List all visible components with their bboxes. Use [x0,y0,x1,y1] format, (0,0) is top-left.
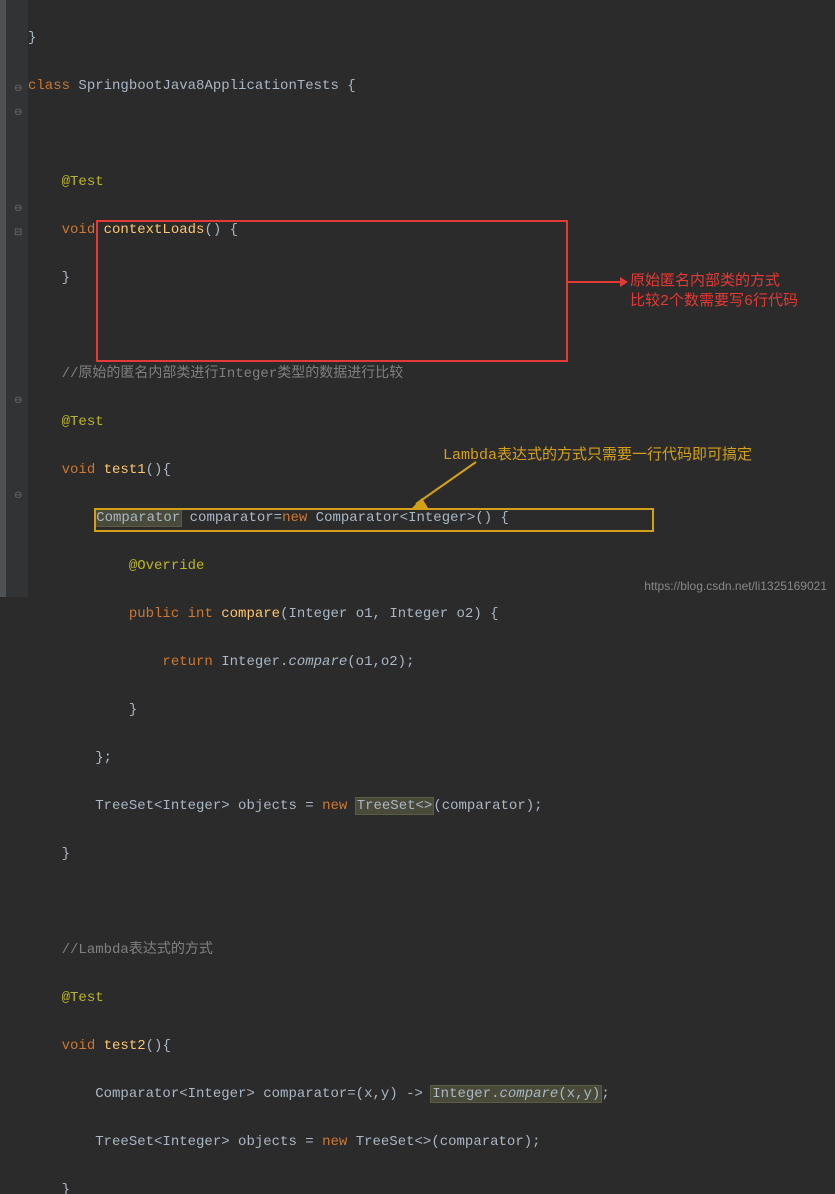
watermark: https://blog.csdn.net/li1325169021 [644,579,827,593]
method-name: test1 [104,462,146,478]
code-content[interactable]: } class SpringbootJava8ApplicationTests … [28,0,835,597]
annotation-test: @Test [62,990,104,1006]
annotation-yellow: Lambda表达式的方式只需要一行代码即可搞定 [443,446,752,466]
brace: } [28,30,36,46]
fold-icon[interactable]: ⊟ [14,229,24,239]
annotation-red: 原始匿名内部类的方式 比较2个数需要写6行代码 [630,272,835,312]
method-name: contextLoads [104,222,205,238]
annotation-test: @Test [62,174,104,190]
annotation-test: @Test [62,414,104,430]
fold-icon[interactable]: ⊖ [14,492,24,502]
comment: //Lambda表达式的方式 [62,942,213,958]
method-name: test2 [104,1038,146,1054]
code-editor: ⊖ ⊖ ⊖ ⊟ ⊖ ⊖ } class SpringbootJava8Appli… [0,0,835,597]
comment: //原始的匿名内部类进行Integer类型的数据进行比较 [62,366,404,382]
fold-icon[interactable]: ⊖ [14,109,24,119]
gutter: ⊖ ⊖ ⊖ ⊟ ⊖ ⊖ [0,0,28,597]
fold-icon[interactable]: ⊖ [14,205,24,215]
fold-icon[interactable]: ⊖ [14,85,24,95]
fold-icon[interactable]: ⊖ [14,397,24,407]
